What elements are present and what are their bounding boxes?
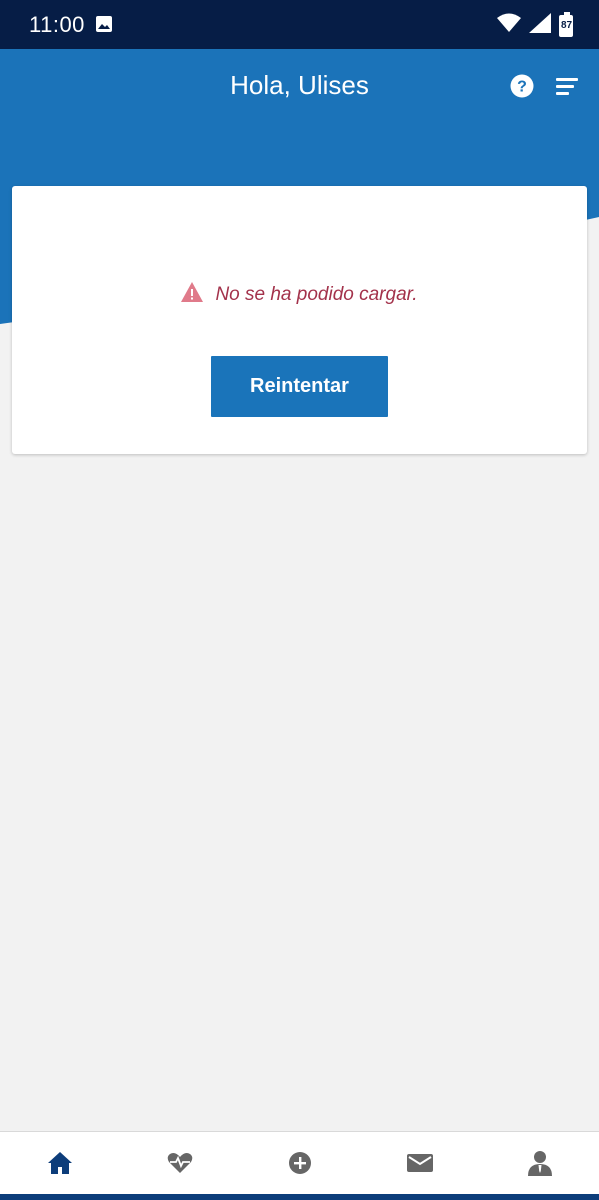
svg-text:?: ? (517, 79, 527, 96)
error-message: No se ha podido cargar. (215, 283, 418, 305)
help-icon: ? (510, 74, 534, 98)
home-icon (48, 1152, 72, 1174)
warning-icon (181, 282, 204, 307)
plus-circle-icon (289, 1152, 311, 1174)
battery-level: 87 (561, 19, 573, 31)
menu-button[interactable] (556, 76, 580, 98)
help-button[interactable]: ? (510, 74, 534, 98)
nav-messages[interactable] (360, 1132, 480, 1194)
bottom-strip (0, 1194, 599, 1200)
status-time: 11:00 (29, 12, 85, 37)
wifi-icon (497, 13, 521, 38)
signal-icon (529, 13, 551, 38)
bottom-nav (0, 1131, 599, 1194)
mail-icon (407, 1154, 433, 1172)
status-bar: 11:00 87 (0, 0, 599, 49)
nav-profile[interactable] (480, 1132, 599, 1194)
nav-add[interactable] (240, 1132, 360, 1194)
nav-health[interactable] (120, 1132, 240, 1194)
error-card: No se ha podido cargar. Reintentar (12, 186, 587, 454)
profile-icon (528, 1151, 552, 1176)
error-message-row: No se ha podido cargar. (12, 282, 587, 307)
nav-home[interactable] (0, 1132, 120, 1194)
menu-icon (556, 78, 578, 95)
image-icon (96, 16, 112, 37)
retry-button[interactable]: Reintentar (211, 356, 388, 417)
heart-pulse-icon (167, 1153, 193, 1173)
battery-icon: 87 (559, 11, 573, 37)
